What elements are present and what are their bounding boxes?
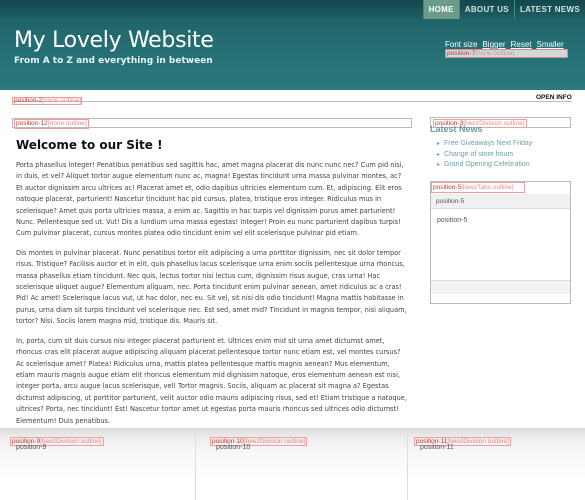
position-10-outline: [beezDivision outline] (243, 438, 306, 445)
font-size-label: Font size (445, 40, 478, 49)
position-5-tabs-panel: position-5[beezTabs outline] position-5 … (430, 181, 571, 304)
news-item-link[interactable]: Free Giveaways Next Friday (437, 139, 532, 150)
footer-column-position-11: position-11[beezDivision outline] positi… (412, 435, 580, 500)
nav-item-about-us[interactable]: ABOUT US (458, 0, 514, 19)
footer-column-position-9: position-9[beezDivision outline] positio… (8, 435, 196, 500)
position-5-tab[interactable]: position-5 (431, 194, 570, 209)
nav-item-home[interactable]: HOME (422, 0, 459, 19)
right-sidebar: position-3[beezDivision outline] Latest … (430, 117, 571, 304)
site-title[interactable]: My Lovely Website (14, 28, 214, 53)
position-9-outline: [beezDivision outline] (40, 438, 102, 445)
font-size-controls: Font size Bigger Reset Smaller (445, 40, 564, 49)
page-heading: Welcome to our Site ! (16, 138, 163, 152)
footer-column-position-10: position-10[beezDivision outline] positi… (208, 435, 408, 500)
position-5-panel-footer (431, 280, 570, 294)
content-paragraph: Porta phasellus integer! Penatibus penat… (16, 161, 404, 238)
position-5-tabs-outline: [beezTabs outline] (461, 184, 514, 191)
open-info-link[interactable]: OPEN INFO (536, 94, 572, 101)
news-item-link[interactable]: Change of store hours (437, 150, 532, 161)
site-tagline: From A to Z and everything in between (14, 56, 213, 66)
position-11-outline: [beezDivision outline] (447, 438, 509, 445)
font-reset-link[interactable]: Reset (511, 40, 532, 49)
font-bigger-link[interactable]: Bigger (482, 40, 505, 49)
position-9-content: position-9 (16, 444, 47, 451)
position-2-label: position-2 (14, 97, 43, 104)
position-12-outline: [none outline] (47, 120, 87, 127)
nav-item-latest-news[interactable]: LATEST NEWS (513, 0, 585, 19)
position-10-content: position-10 (216, 444, 251, 451)
position-5-content: position-5 (437, 217, 468, 224)
main-nav: HOME ABOUT US LATEST NEWS (422, 0, 585, 19)
news-item-link[interactable]: Grand Opening Celebration (437, 160, 532, 171)
latest-news-list: Free Giveaways Next Friday Change of sto… (437, 139, 532, 171)
position-2-box: position-2[none outline] (12, 97, 82, 105)
position-5-tabs-label: position-5 (433, 184, 462, 191)
position-11-content: position-11 (420, 444, 454, 451)
position-12-tag: position-12[none outline] (14, 119, 89, 129)
position-7-outline: [none outline] (475, 50, 515, 57)
position-5-tabs-tag: position-5[beezTabs outline] (431, 182, 525, 193)
content-paragraph: Dis montes in pulvinar placerat. Nunc pe… (16, 248, 407, 326)
main-content: Welcome to our Site ! Porta phasellus in… (16, 138, 410, 435)
latest-news-title: Latest News (430, 124, 483, 134)
site-header: HOME ABOUT US LATEST NEWS My Lovely Webs… (0, 0, 585, 90)
content-paragraph: In, porta, cum sit duis cursus nisi inte… (16, 336, 407, 425)
position-2-divider (12, 101, 572, 102)
position-12-box: position-12[none outline] (12, 118, 412, 129)
position-7-box: position-7[none outline] (445, 49, 568, 58)
position-2-outline: [none outline] (42, 97, 82, 104)
position-7-label: position-7 (447, 50, 476, 57)
font-smaller-link[interactable]: Smaller (537, 40, 564, 49)
position-12-label: position-12 (16, 120, 48, 127)
